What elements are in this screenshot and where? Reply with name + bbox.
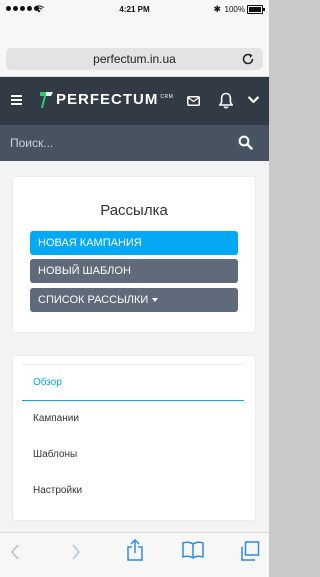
new-template-label: НОВЫЙ ШАБЛОН	[38, 265, 131, 277]
status-bar: 4:21 PM ✱ 100%	[0, 0, 269, 20]
tabs-icon[interactable]	[240, 541, 260, 561]
new-campaign-button[interactable]: НОВАЯ КАМПАНИЯ	[30, 231, 238, 255]
panel-title: Рассылка	[100, 202, 168, 219]
search-bar	[0, 125, 269, 161]
url-text: perfectum.in.ua	[93, 52, 176, 66]
bluetooth-icon: ✱	[213, 4, 221, 14]
battery-percent: 100%	[224, 5, 245, 14]
nav-item-templates[interactable]: Шаблоны	[22, 437, 244, 473]
browser-toolbar	[0, 532, 269, 577]
nav-item-label: Шаблоны	[33, 449, 78, 460]
hamburger-icon[interactable]	[11, 95, 22, 105]
logo-text: PERFECTUM	[56, 91, 159, 108]
share-icon[interactable]	[126, 539, 144, 561]
bell-icon[interactable]	[218, 92, 234, 109]
nav-item-overview[interactable]: Обзор	[22, 365, 244, 401]
search-input[interactable]	[0, 125, 230, 161]
back-icon[interactable]	[9, 543, 21, 561]
caret-down-icon	[152, 298, 159, 303]
chevron-down-icon[interactable]	[248, 96, 259, 104]
mailing-nav-panel: Обзор Кампании Шаблоны Настройки	[13, 356, 255, 520]
nav-item-settings[interactable]: Настройки	[22, 473, 244, 509]
logo-mark-icon	[40, 92, 53, 108]
phone-screen: 4:21 PM ✱ 100% perfectum.in.ua PERFECTUM…	[0, 0, 269, 577]
forward-icon[interactable]	[70, 543, 82, 561]
logo-suffix: CRM	[160, 94, 174, 100]
bookmarks-icon[interactable]	[182, 541, 204, 559]
battery-icon	[247, 5, 265, 14]
nav-item-label: Настройки	[33, 485, 83, 496]
nav-item-label: Кампании	[33, 413, 79, 424]
nav-item-campaigns[interactable]: Кампании	[22, 401, 244, 437]
reload-icon[interactable]	[241, 52, 255, 66]
mailing-list-dropdown-button[interactable]: СПИСОК РАССЫЛКИ	[30, 288, 238, 312]
mailing-list-label: СПИСОК РАССЫЛКИ	[38, 294, 149, 306]
search-icon[interactable]	[238, 135, 253, 150]
nav-item-label: Обзор	[33, 377, 62, 388]
mail-icon[interactable]	[187, 96, 200, 106]
app-header: PERFECTUM CRM	[0, 77, 269, 125]
new-campaign-label: НОВАЯ КАМПАНИЯ	[38, 237, 142, 249]
perfectum-logo[interactable]: PERFECTUM CRM	[40, 91, 173, 109]
address-field[interactable]: perfectum.in.ua	[6, 48, 263, 70]
browser-url-bar: perfectum.in.ua	[0, 20, 269, 77]
mailing-panel: Рассылка НОВАЯ КАМПАНИЯ НОВЫЙ ШАБЛОН СПИ…	[13, 177, 255, 332]
new-template-button[interactable]: НОВЫЙ ШАБЛОН	[30, 259, 238, 283]
